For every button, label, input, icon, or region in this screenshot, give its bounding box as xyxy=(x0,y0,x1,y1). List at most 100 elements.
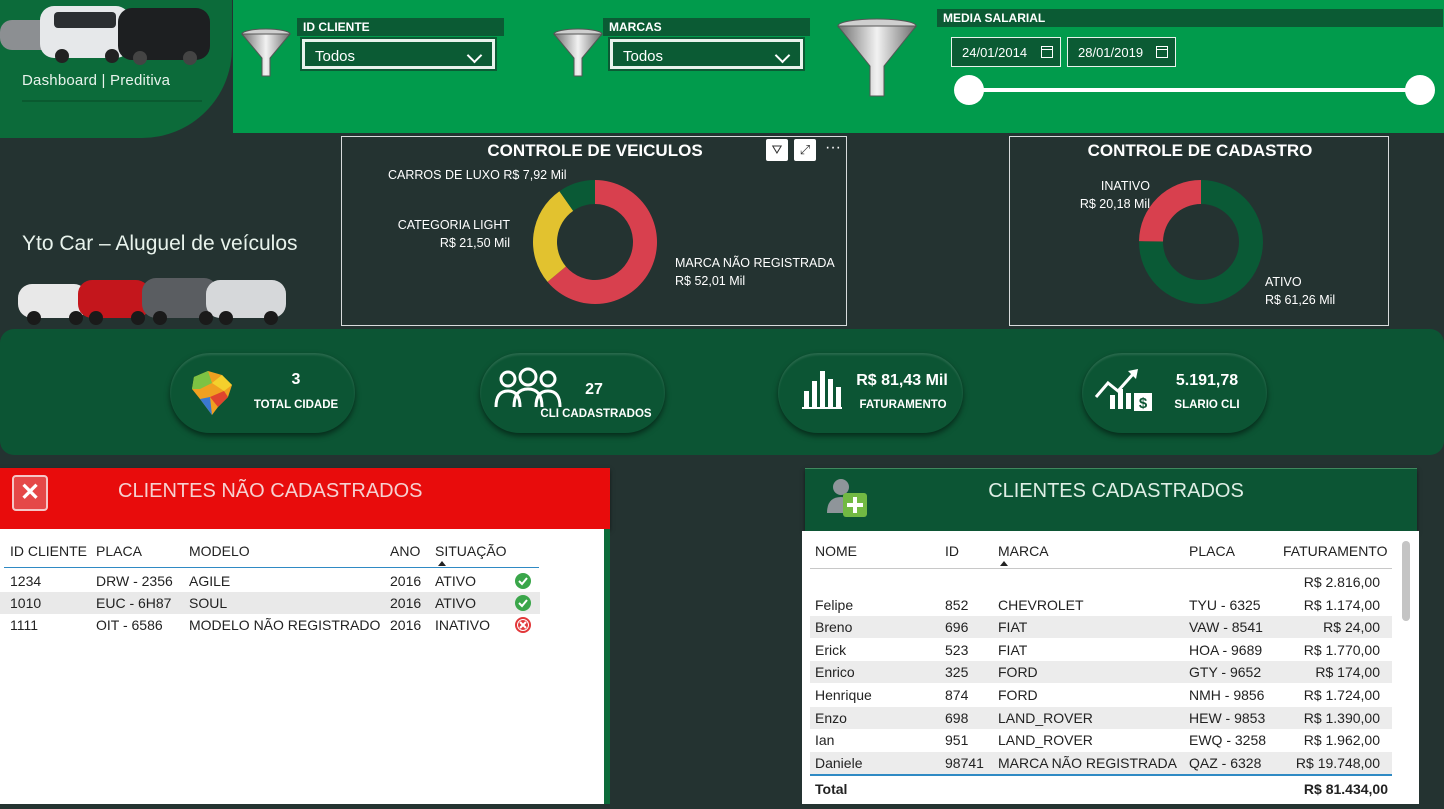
scrollbar-thumb[interactable] xyxy=(1402,541,1410,621)
table-row[interactable]: Felipe 852 CHEVROLET TYU - 6325 R$ 1.174,00 xyxy=(810,593,1392,616)
cadastrados-table: NOME ID MARCA PLACA FATURAMENTO R$ 2.816… xyxy=(802,531,1419,804)
kpi-value: 27 xyxy=(585,381,603,398)
table-row[interactable]: Breno 696 FIAT VAW - 8541 R$ 24,00 xyxy=(810,616,1392,639)
table-row[interactable]: Enrico 325 FORD GTY - 9652 R$ 174,00 xyxy=(810,661,1392,684)
controle-cadastro-panel[interactable]: CONTROLE DE CADASTRO INATIVO R$ 20,18 Mi… xyxy=(1009,136,1389,326)
cell-nome: Daniele xyxy=(815,754,863,771)
cell-id: 523 xyxy=(945,641,969,658)
calendar-icon[interactable] xyxy=(1041,46,1053,58)
veiculos-donut-chart xyxy=(533,180,657,305)
col-header[interactable]: MODELO xyxy=(189,543,250,559)
cell-situacao: ATIVO xyxy=(435,573,476,589)
nao-cadastrados-table: ID CLIENTE PLACA MODELO ANO SITUAÇÃO 123… xyxy=(0,529,610,804)
slider-handle-start[interactable] xyxy=(954,75,984,105)
more-options-icon[interactable]: ··· xyxy=(822,139,844,161)
slice-label-luxo: CARROS DE LUXO R$ 7,92 Mil xyxy=(388,166,567,184)
cell-placa: VAW - 8541 xyxy=(1189,619,1263,636)
people-icon xyxy=(494,367,562,408)
cell-ano: 2016 xyxy=(390,595,422,611)
check-circle-icon xyxy=(515,595,531,611)
kpi-total-cidade[interactable]: 3 TOTAL CIDADE xyxy=(170,353,355,433)
header-divider xyxy=(810,568,1392,569)
kpi-cli-cadastrados[interactable]: 27 CLI CADASTRADOS xyxy=(480,353,665,433)
cell-nome: Enrico xyxy=(815,664,855,681)
marcas-dropdown[interactable]: Todos xyxy=(608,37,805,71)
salary-growth-icon: $ xyxy=(1094,369,1152,412)
date-end-value: 28/01/2019 xyxy=(1078,45,1144,60)
slice-label-ativo: ATIVO R$ 61,26 Mil xyxy=(1265,273,1335,309)
check-circle-icon xyxy=(515,573,531,589)
calendar-icon[interactable] xyxy=(1156,46,1168,58)
cell-nome: Enzo xyxy=(815,709,847,726)
col-header[interactable]: NOME xyxy=(815,543,857,559)
cell-marca: FIAT xyxy=(998,619,1028,636)
table-row[interactable]: 1010 EUC - 6H87 SOUL 2016 ATIVO xyxy=(0,592,540,614)
table-row[interactable]: 1234 DRW - 2356 AGILE 2016 ATIVO xyxy=(0,570,540,592)
col-header[interactable]: ANO xyxy=(390,543,420,559)
table-row[interactable]: Enzo 698 LAND_ROVER HEW - 9853 R$ 1.390,00 xyxy=(810,706,1392,729)
col-header[interactable]: ID CLIENTE xyxy=(10,543,87,559)
slice-label-light: CATEGORIA LIGHT R$ 21,50 Mil xyxy=(372,216,510,252)
table-row[interactable]: Daniele 98741 MARCA NÃO REGISTRADA QAZ - 63… xyxy=(810,751,1392,774)
cell-nome: Ian xyxy=(815,732,835,749)
nao-cadastrados-header: ✕ CLIENTES NÃO CADASTRADOS xyxy=(0,468,610,529)
cell-id: 1111 xyxy=(10,617,39,633)
slider-handle-end[interactable] xyxy=(1405,75,1435,105)
filter-icon[interactable]: ⛛ xyxy=(766,139,788,161)
cell-nome: Breno xyxy=(815,619,853,636)
kpi-label: SLARIO CLI xyxy=(1174,399,1240,411)
cell-fat: R$ 1.390,00 xyxy=(1303,709,1380,726)
col-header[interactable]: PLACA xyxy=(96,543,142,559)
cell-placa: OIT - 6586 xyxy=(96,617,163,633)
col-header[interactable]: PLACA xyxy=(1189,543,1235,559)
date-slider-track[interactable] xyxy=(968,88,1420,92)
kpi-value: 5.191,78 xyxy=(1175,372,1239,389)
kpi-value: R$ 81,43 Mil xyxy=(856,372,948,389)
col-header[interactable]: SITUAÇÃO xyxy=(435,543,507,559)
cell-placa: EWQ - 3258 xyxy=(1189,732,1267,749)
kpi-label: FATURAMENTO xyxy=(859,399,947,411)
logo-title: Dashboard | Preditiva xyxy=(22,72,171,89)
col-header[interactable]: MARCA xyxy=(998,543,1049,559)
date-end-input[interactable]: 28/01/2019 xyxy=(1067,37,1176,67)
cell-modelo: MODELO NÃO REGISTRADO xyxy=(189,617,381,633)
error-circle-icon xyxy=(515,617,531,633)
cell-fat: R$ 1.770,00 xyxy=(1303,641,1380,658)
expand-icon[interactable]: ⤢ xyxy=(794,139,816,161)
slice-value: R$ 52,01 Mil xyxy=(675,274,746,288)
kpi-salario-cli[interactable]: $ 5.191,78 SLARIO CLI xyxy=(1082,353,1267,433)
sort-asc-icon xyxy=(1000,561,1008,566)
table-row[interactable]: R$ 2.816,00 xyxy=(810,571,1392,593)
cell-id: 1234 xyxy=(10,573,42,589)
cell-marca: LAND_ROVER xyxy=(998,732,1093,749)
cell-nome: Erick xyxy=(815,641,847,658)
table-row[interactable]: Erick 523 FIAT HOA - 9689 R$ 1.770,00 xyxy=(810,638,1392,661)
slice-value: R$ 20,18 Mil xyxy=(1079,197,1150,211)
cell-fat: R$ 174,00 xyxy=(1315,664,1380,681)
date-start-input[interactable]: 24/01/2014 xyxy=(951,37,1061,67)
table-row[interactable]: 1111 OIT - 6586 MODELO NÃO REGISTRADO 20… xyxy=(0,614,540,636)
kpi-faturamento[interactable]: R$ 81,43 Mil FATURAMENTO xyxy=(778,353,963,433)
marcas-label: MARCAS xyxy=(603,18,810,36)
controle-veiculos-panel[interactable]: CONTROLE DE VEICULOS ⛛ ⤢ ··· CARROS DE L… xyxy=(341,136,847,326)
table-row[interactable]: Ian 951 LAND_ROVER EWQ - 3258 R$ 1.962,00 xyxy=(810,729,1392,752)
cell-placa: HOA - 9689 xyxy=(1189,641,1263,658)
cell-id: 852 xyxy=(945,596,969,613)
section-title: CLIENTES NÃO CADASTRADOS xyxy=(118,480,423,502)
cell-nome: Henrique xyxy=(815,687,872,703)
table-row[interactable]: Henrique 874 FORD NMH - 9856 R$ 1.724,00 xyxy=(810,684,1392,706)
slice-name: ATIVO xyxy=(1265,275,1302,289)
date-start-value: 24/01/2014 xyxy=(962,45,1028,60)
svg-text:$: $ xyxy=(1139,395,1148,412)
cell-ano: 2016 xyxy=(390,617,422,633)
bar-chart-icon xyxy=(802,371,842,409)
cell-marca: FIAT xyxy=(998,641,1028,658)
col-header[interactable]: ID xyxy=(945,543,959,559)
cell-marca: MARCA NÃO REGISTRADA xyxy=(998,754,1177,771)
filter-funnel-icon xyxy=(240,28,292,77)
id-cliente-dropdown[interactable]: Todos xyxy=(300,37,497,71)
col-header[interactable]: FATURAMENTO xyxy=(1283,543,1388,559)
cell-fat: R$ 1.174,00 xyxy=(1303,596,1380,613)
brand-title: Yto Car – Aluguel de veículos xyxy=(22,232,298,255)
cell-id: 698 xyxy=(945,709,969,726)
